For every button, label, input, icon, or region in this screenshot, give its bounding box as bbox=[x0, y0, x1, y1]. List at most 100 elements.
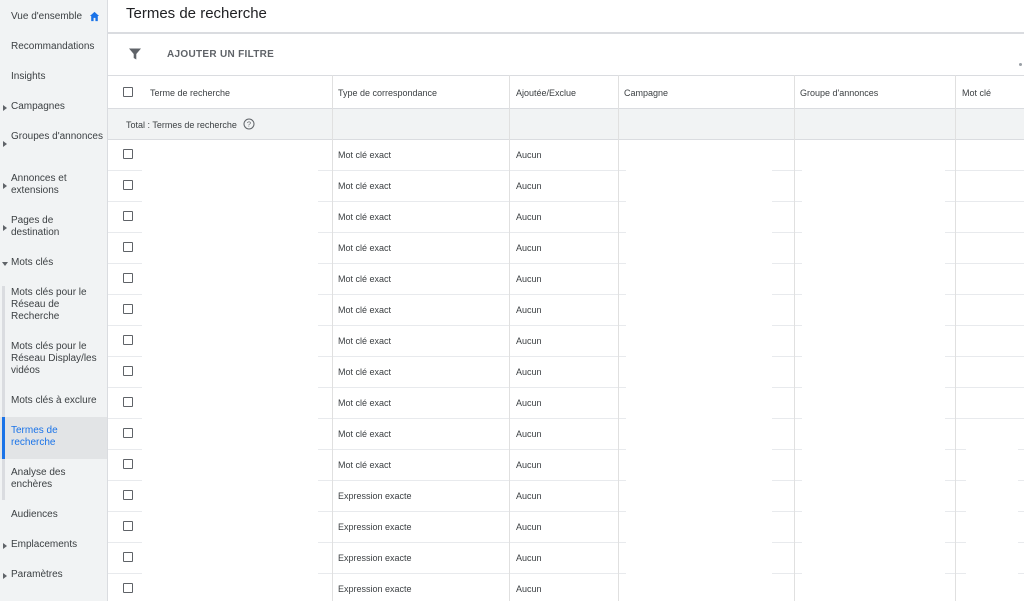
row-checkbox[interactable] bbox=[123, 366, 133, 376]
sidebar-item-label: Mots clés à exclure bbox=[11, 395, 97, 406]
added-excluded-cell: Aucun bbox=[516, 429, 542, 439]
header-divider bbox=[108, 32, 1024, 34]
page-title: Termes de recherche bbox=[126, 5, 267, 22]
search-terms-table: Terme de recherche Type de correspondanc… bbox=[108, 75, 1024, 601]
sidebar-item-recommendations[interactable]: Recommandations bbox=[0, 41, 107, 53]
sidebar-item-placements[interactable]: Emplacements bbox=[0, 539, 107, 551]
sidebar-item-label: Paramètres bbox=[11, 569, 63, 580]
row-checkbox[interactable] bbox=[123, 273, 133, 283]
add-filter-button[interactable]: AJOUTER UN FILTRE bbox=[167, 49, 274, 60]
added-excluded-cell: Aucun bbox=[516, 150, 542, 160]
column-divider bbox=[332, 75, 333, 601]
sidebar-item-label: Vue d'ensemble bbox=[11, 11, 83, 22]
total-label: Total : Termes de recherche bbox=[126, 120, 237, 130]
added-excluded-cell: Aucun bbox=[516, 367, 542, 377]
sidebar-item-label: Pages de destination bbox=[11, 215, 60, 238]
added-excluded-cell: Aucun bbox=[516, 274, 542, 284]
sidebar-item-ad-groups[interactable]: Groupes d'annonces bbox=[0, 131, 107, 147]
sidebar-item-label: Analyse des enchères bbox=[11, 467, 66, 490]
sidebar-item-label: Termes de recherche bbox=[11, 425, 58, 448]
match-type-cell: Mot clé exact bbox=[338, 212, 392, 222]
row-checkbox[interactable] bbox=[123, 211, 133, 221]
sidebar-item-label: Mots clés pour le Réseau de Recherche bbox=[11, 287, 87, 322]
row-checkbox[interactable] bbox=[123, 397, 133, 407]
sidebar-item-label: Campagnes bbox=[11, 101, 65, 112]
added-excluded-cell: Aucun bbox=[516, 491, 542, 501]
table-header: Terme de recherche Type de correspondanc… bbox=[108, 75, 1024, 109]
row-checkbox[interactable] bbox=[123, 428, 133, 438]
row-checkbox[interactable] bbox=[123, 521, 133, 531]
match-type-cell: Expression exacte bbox=[338, 522, 412, 532]
match-type-cell: Mot clé exact bbox=[338, 274, 392, 284]
added-excluded-cell: Aucun bbox=[516, 181, 542, 191]
sidebar-item-label: Mots clés pour le Réseau Display/les vid… bbox=[11, 341, 97, 376]
help-icon[interactable]: ? bbox=[243, 118, 255, 130]
match-type-cell: Mot clé exact bbox=[338, 305, 392, 315]
redacted-search-terms bbox=[142, 140, 318, 601]
match-type-cell: Mot clé exact bbox=[338, 150, 392, 160]
row-checkbox[interactable] bbox=[123, 242, 133, 252]
row-checkbox[interactable] bbox=[123, 304, 133, 314]
sidebar-item-label: Mots clés bbox=[11, 257, 54, 268]
expand-arrow-icon bbox=[3, 543, 7, 549]
sidebar-item-audiences[interactable]: Audiences bbox=[0, 509, 107, 521]
column-header-match-type[interactable]: Type de correspondance bbox=[338, 88, 437, 98]
sidebar-item-landing-pages[interactable]: Pages de destination bbox=[0, 215, 107, 239]
row-checkbox[interactable] bbox=[123, 583, 133, 593]
added-excluded-cell: Aucun bbox=[516, 336, 542, 346]
column-header-search-term[interactable]: Terme de recherche bbox=[150, 88, 230, 98]
filter-icon[interactable] bbox=[128, 47, 142, 61]
row-checkbox[interactable] bbox=[123, 552, 133, 562]
row-checkbox[interactable] bbox=[123, 490, 133, 500]
sidebar-item-label: Annonces et extensions bbox=[11, 173, 67, 196]
column-header-campaign[interactable]: Campagne bbox=[624, 88, 668, 98]
added-excluded-cell: Aucun bbox=[516, 460, 542, 470]
expand-arrow-icon bbox=[3, 141, 7, 147]
sidebar-item-label: Recommandations bbox=[11, 41, 95, 52]
row-checkbox[interactable] bbox=[123, 335, 133, 345]
expand-arrow-icon bbox=[3, 225, 7, 231]
sidebar-item-search-terms[interactable]: Termes de recherche bbox=[0, 417, 107, 459]
match-type-cell: Mot clé exact bbox=[338, 429, 392, 439]
added-excluded-cell: Aucun bbox=[516, 553, 542, 563]
sidebar-item-ads-extensions[interactable]: Annonces et extensions bbox=[0, 173, 107, 197]
match-type-cell: Expression exacte bbox=[338, 553, 412, 563]
total-row: Total : Termes de recherche ? bbox=[108, 109, 1024, 140]
collapse-arrow-icon bbox=[2, 262, 8, 266]
column-divider bbox=[509, 75, 510, 601]
row-checkbox[interactable] bbox=[123, 459, 133, 469]
select-all-checkbox[interactable] bbox=[123, 87, 133, 97]
match-type-cell: Expression exacte bbox=[338, 491, 412, 501]
column-divider bbox=[794, 75, 795, 601]
match-type-cell: Mot clé exact bbox=[338, 460, 392, 470]
more-indicator bbox=[1019, 63, 1022, 66]
sidebar-item-search-keywords[interactable]: Mots clés pour le Réseau de Recherche bbox=[0, 287, 107, 323]
column-header-keyword[interactable]: Mot clé bbox=[962, 88, 991, 98]
sidebar-item-display-keywords[interactable]: Mots clés pour le Réseau Display/les vid… bbox=[0, 341, 107, 377]
home-icon bbox=[89, 11, 100, 22]
sidebar-item-label: Emplacements bbox=[11, 539, 78, 550]
sidebar-item-settings[interactable]: Paramètres bbox=[0, 569, 107, 581]
redacted-ad-groups bbox=[802, 140, 945, 601]
added-excluded-cell: Aucun bbox=[516, 305, 542, 315]
sidebar-item-campaigns[interactable]: Campagnes bbox=[0, 101, 107, 113]
sidebar-item-auction-insights[interactable]: Analyse des enchères bbox=[0, 467, 107, 491]
expand-arrow-icon bbox=[3, 183, 7, 189]
column-header-ad-group[interactable]: Groupe d'annonces bbox=[800, 88, 878, 98]
sidebar-item-insights[interactable]: Insights bbox=[0, 71, 107, 83]
match-type-cell: Mot clé exact bbox=[338, 336, 392, 346]
added-excluded-cell: Aucun bbox=[516, 398, 542, 408]
row-checkbox[interactable] bbox=[123, 149, 133, 159]
column-divider bbox=[955, 75, 956, 601]
column-header-added-excluded[interactable]: Ajoutée/Exclue bbox=[516, 88, 576, 98]
row-checkbox[interactable] bbox=[123, 180, 133, 190]
sidebar-item-label: Audiences bbox=[11, 509, 58, 520]
sidebar-item-keywords[interactable]: Mots clés bbox=[0, 257, 107, 269]
match-type-cell: Mot clé exact bbox=[338, 181, 392, 191]
expand-arrow-icon bbox=[3, 573, 7, 579]
added-excluded-cell: Aucun bbox=[516, 243, 542, 253]
sidebar-item-negative-keywords[interactable]: Mots clés à exclure bbox=[0, 395, 107, 407]
match-type-cell: Expression exacte bbox=[338, 584, 412, 594]
match-type-cell: Mot clé exact bbox=[338, 367, 392, 377]
added-excluded-cell: Aucun bbox=[516, 522, 542, 532]
